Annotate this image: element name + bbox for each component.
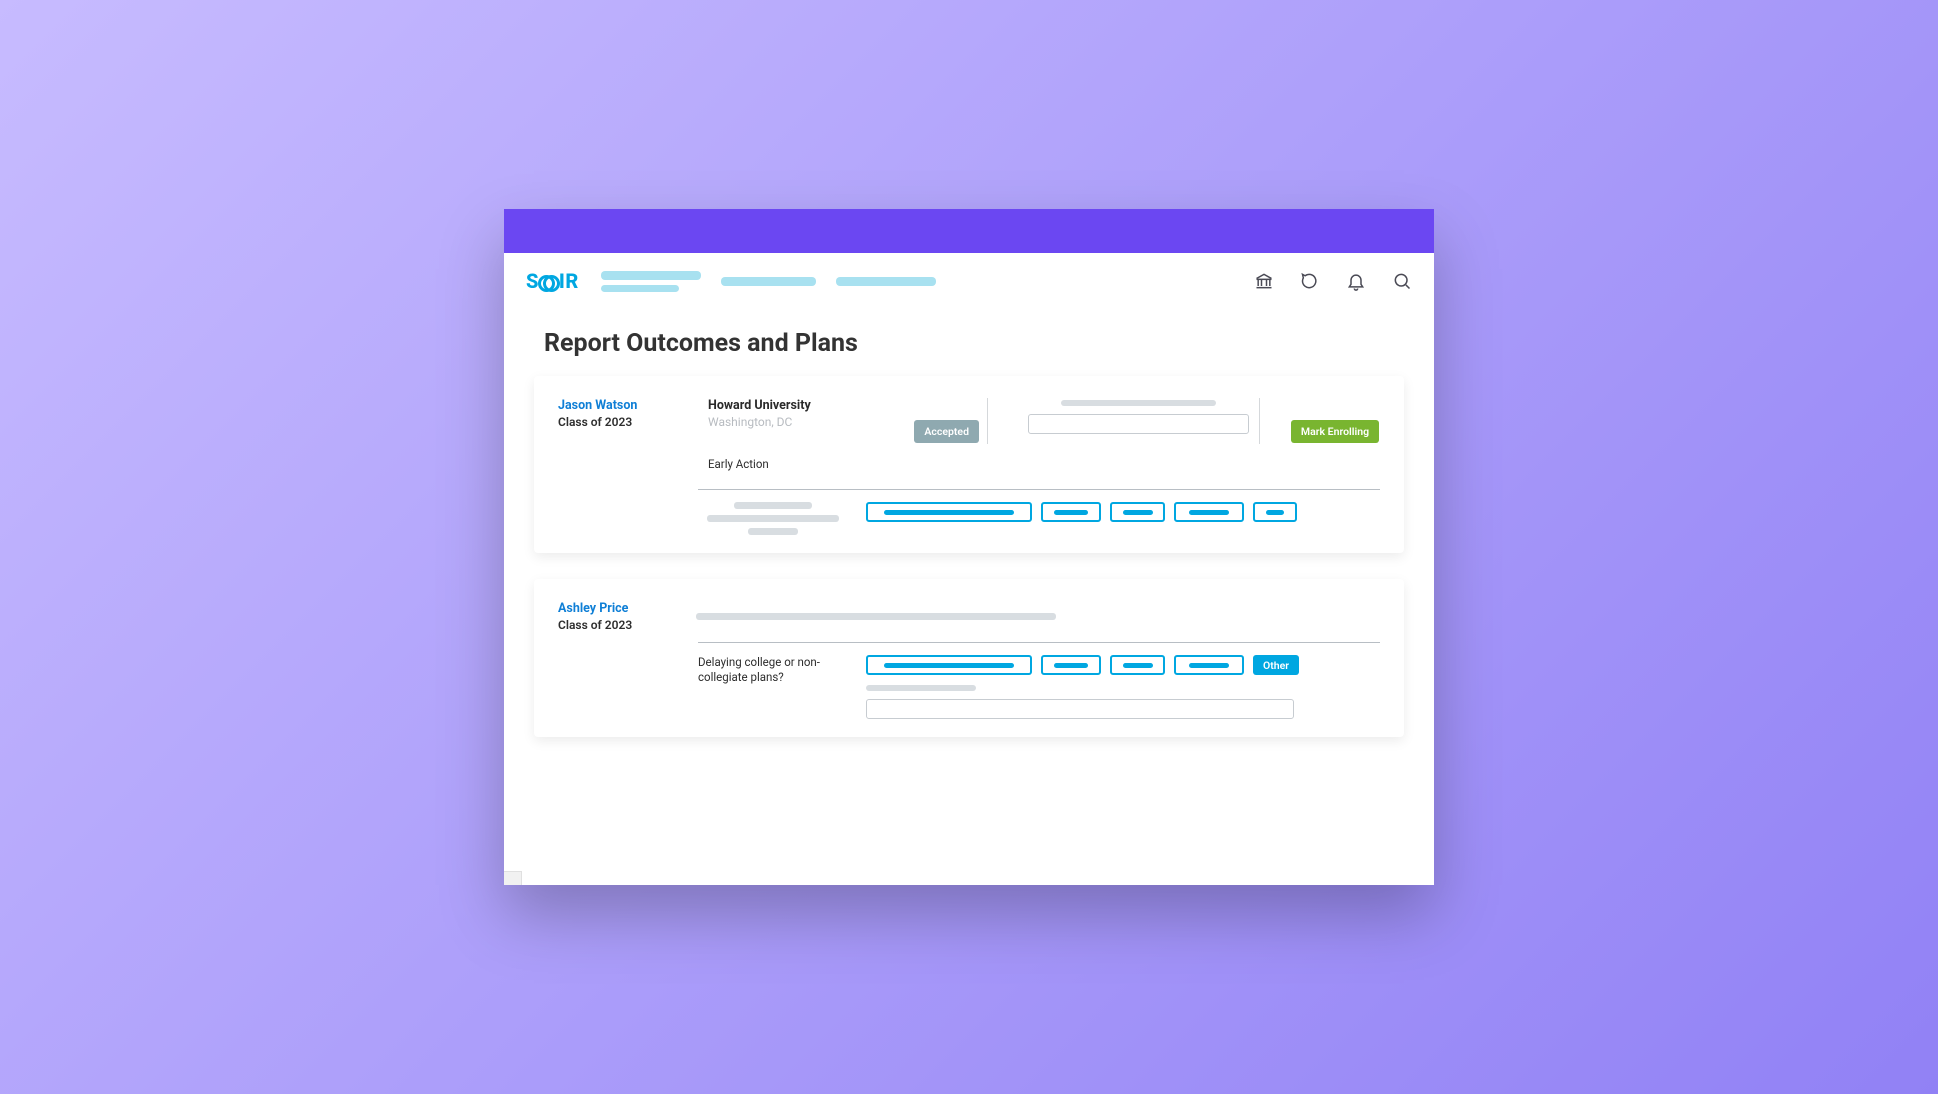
student-card: Jason Watson Class of 2023 Howard Univer… — [534, 376, 1404, 553]
mark-enrolling-button[interactable]: Mark Enrolling — [1291, 420, 1379, 443]
nav-placeholder — [601, 271, 701, 280]
status-column: Accepted — [898, 398, 988, 444]
option-pill[interactable] — [866, 502, 1032, 522]
card-top-row: Jason Watson Class of 2023 Howard Univer… — [558, 398, 1380, 471]
institution-icon[interactable] — [1254, 271, 1274, 291]
option-pills: Other — [866, 655, 1299, 675]
card-bottom-row: Delaying college or non-collegiate plans… — [558, 655, 1380, 719]
option-pill[interactable] — [866, 655, 1032, 675]
row-placeholder — [696, 613, 1056, 620]
option-pill[interactable] — [1041, 502, 1101, 522]
other-text-input[interactable] — [866, 699, 1294, 719]
label-placeholder — [707, 515, 839, 522]
window-top-bar — [504, 209, 1434, 253]
bell-icon[interactable] — [1346, 271, 1366, 291]
delay-question: Delaying college or non-collegiate plans… — [698, 655, 848, 685]
infinity-icon — [538, 275, 560, 287]
option-pills — [866, 502, 1297, 522]
search-icon[interactable] — [1392, 271, 1412, 291]
option-pill[interactable] — [1174, 655, 1244, 675]
college-location: Washington, DC — [708, 415, 868, 429]
nav-item-3[interactable] — [836, 277, 936, 286]
status-chip-accepted: Accepted — [914, 420, 979, 443]
brand-logo[interactable]: S IR — [526, 269, 579, 293]
page-title: Report Outcomes and Plans — [504, 309, 1434, 376]
student-name-link[interactable]: Ashley Price — [558, 601, 678, 616]
label-placeholder — [734, 502, 812, 509]
student-info: Jason Watson Class of 2023 — [558, 398, 678, 429]
card-bottom-row — [558, 502, 1380, 535]
other-detail-block — [866, 685, 1299, 719]
option-pill[interactable] — [1041, 655, 1101, 675]
card-divider — [698, 642, 1380, 643]
notes-column — [1018, 398, 1260, 444]
app-header: S IR — [504, 253, 1434, 309]
option-pill[interactable] — [1253, 502, 1297, 522]
card-divider — [698, 489, 1380, 490]
nav-item-2[interactable] — [721, 277, 816, 286]
brand-right: IR — [559, 269, 579, 293]
option-pill[interactable] — [1110, 655, 1165, 675]
option-pill[interactable] — [1174, 502, 1244, 522]
bottom-label — [698, 502, 848, 535]
other-label-placeholder — [866, 685, 976, 691]
student-info: Ashley Price Class of 2023 — [558, 601, 678, 632]
notes-input[interactable] — [1028, 414, 1249, 434]
student-card: Ashley Price Class of 2023 Delaying coll… — [534, 579, 1404, 737]
header-icons — [1254, 271, 1412, 291]
enroll-column: Mark Enrolling — [1290, 398, 1380, 444]
card-top-row: Ashley Price Class of 2023 — [558, 601, 1380, 632]
options-block: Other — [866, 655, 1299, 719]
chat-icon[interactable] — [1300, 271, 1320, 291]
label-placeholder — [748, 528, 798, 535]
college-info: Howard University Washington, DC Early A… — [708, 398, 868, 471]
nav-placeholder — [601, 285, 679, 292]
option-pill[interactable] — [1110, 502, 1165, 522]
student-class: Class of 2023 — [558, 415, 678, 429]
application-type: Early Action — [708, 457, 868, 471]
student-class: Class of 2023 — [558, 618, 678, 632]
app-window: S IR — [504, 209, 1434, 885]
scrollbar-corner — [504, 871, 522, 885]
nav-item-1[interactable] — [601, 271, 701, 292]
notes-placeholder — [1061, 400, 1216, 406]
student-name-link[interactable]: Jason Watson — [558, 398, 678, 413]
nav-links — [601, 271, 936, 292]
college-name: Howard University — [708, 398, 868, 413]
option-pill-other[interactable]: Other — [1253, 655, 1299, 675]
